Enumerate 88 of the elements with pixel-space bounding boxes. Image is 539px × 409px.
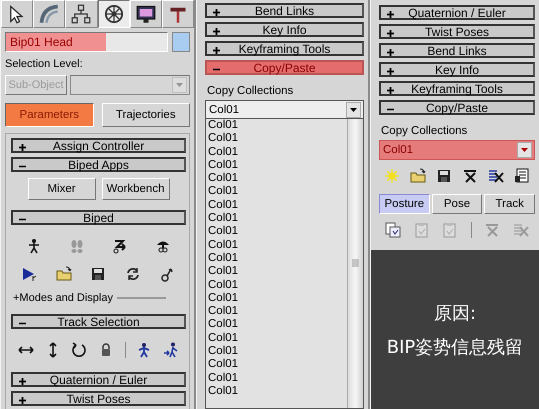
curved-arrow-icon[interactable] bbox=[112, 238, 128, 254]
rollout-header[interactable]: Copy/Paste bbox=[379, 100, 535, 115]
list-item[interactable]: Col01 bbox=[208, 238, 347, 252]
list-item[interactable]: Col01 bbox=[208, 119, 347, 132]
list-item[interactable]: Col01 bbox=[208, 372, 347, 385]
list-item[interactable]: Col01 bbox=[208, 225, 347, 239]
rollout-header[interactable]: Keyframing Tools bbox=[205, 41, 364, 56]
rollout-header[interactable]: Biped bbox=[11, 210, 186, 225]
delete-icon[interactable] bbox=[462, 168, 478, 184]
caret-icon bbox=[521, 148, 528, 152]
rollout-header[interactable]: Key Info bbox=[379, 62, 535, 77]
rollout-header[interactable]: Bend Links bbox=[379, 43, 535, 58]
rollout-link[interactable]: +Modes and Display bbox=[13, 292, 113, 304]
field-label: Copy Collections bbox=[380, 125, 468, 137]
rollout-header[interactable]: Keyframing Tools bbox=[379, 81, 535, 96]
mode-button[interactable]: Trajectories bbox=[102, 103, 190, 127]
folder-icon[interactable] bbox=[56, 266, 72, 282]
list-item[interactable]: Col01 bbox=[208, 292, 347, 306]
name-field[interactable]: Bip01 Head bbox=[5, 32, 168, 52]
list-item[interactable]: Col01 bbox=[208, 278, 347, 292]
caption-text: 原因: bbox=[434, 302, 476, 324]
list-item[interactable]: Col01 bbox=[208, 185, 347, 199]
caret-icon bbox=[176, 83, 183, 87]
rollout-header[interactable]: Biped Apps bbox=[11, 157, 186, 172]
plus-icon bbox=[386, 10, 395, 19]
list-item[interactable]: Col01 bbox=[208, 198, 347, 212]
app-button[interactable]: Mixer bbox=[28, 178, 96, 200]
caption-text: BIP姿势信息残留 bbox=[386, 336, 524, 358]
monitor-icon bbox=[136, 4, 156, 24]
curve-icon bbox=[39, 4, 60, 24]
panel-tab[interactable] bbox=[98, 0, 130, 28]
list-item[interactable]: Col01 bbox=[208, 332, 347, 346]
plus-icon bbox=[386, 67, 395, 76]
plus-icon bbox=[212, 8, 221, 17]
rollout-header[interactable]: Twist Poses bbox=[379, 24, 535, 39]
plus-icon bbox=[18, 396, 27, 405]
dropdown-button[interactable] bbox=[517, 142, 532, 158]
rollout-header[interactable]: Twist Poses bbox=[11, 391, 186, 406]
copy-icon[interactable] bbox=[385, 222, 402, 238]
walking-figure-icon[interactable] bbox=[162, 342, 179, 358]
list-item[interactable]: Col01 bbox=[208, 265, 347, 279]
figure-icon[interactable] bbox=[136, 342, 152, 358]
list-item[interactable]: Col01 bbox=[208, 172, 347, 186]
list-item[interactable]: Col01 bbox=[208, 132, 347, 146]
pin-icon[interactable] bbox=[158, 266, 175, 282]
list-item[interactable]: Col01 bbox=[208, 318, 347, 332]
rollout-header[interactable]: Assign Controller bbox=[11, 138, 186, 153]
rotate-icon[interactable] bbox=[71, 342, 88, 358]
play-icon[interactable] bbox=[22, 266, 38, 282]
dropdown-button[interactable] bbox=[346, 102, 361, 118]
field-label: Copy Collections bbox=[206, 85, 294, 97]
delete-list-icon[interactable] bbox=[488, 168, 504, 184]
hierarchy-icon bbox=[71, 4, 92, 24]
list-item[interactable]: Col01 bbox=[208, 345, 347, 358]
rollout-header[interactable]: Track Selection bbox=[11, 314, 186, 329]
field-label: Selection Level: bbox=[5, 58, 84, 72]
dropdown-field[interactable]: Col01 bbox=[205, 100, 364, 119]
plus-icon bbox=[18, 143, 27, 152]
plus-icon bbox=[212, 46, 221, 55]
list-item[interactable]: Col01 bbox=[208, 252, 347, 266]
list-item[interactable]: Col01 bbox=[208, 158, 347, 172]
color-swatch[interactable] bbox=[172, 32, 190, 52]
list-item[interactable]: Col01 bbox=[208, 146, 347, 159]
tab[interactable]: Pose bbox=[432, 194, 482, 214]
tab[interactable]: Track bbox=[484, 194, 536, 214]
refresh-icon[interactable] bbox=[124, 266, 141, 282]
folder-icon[interactable] bbox=[410, 168, 426, 184]
rollout-header[interactable]: Quaternion / Euler bbox=[11, 372, 186, 387]
list-item[interactable]: Col01 bbox=[208, 212, 347, 226]
rollout-header[interactable]: Quaternion / Euler bbox=[379, 5, 535, 20]
app-button[interactable]: Workbench bbox=[102, 178, 170, 200]
dropdown-field[interactable]: Col01 bbox=[379, 140, 535, 160]
document-icon[interactable] bbox=[514, 168, 530, 184]
wheel-icon bbox=[104, 4, 124, 24]
list-item[interactable]: Col01 bbox=[208, 305, 347, 318]
list-item[interactable]: Col01 bbox=[208, 384, 347, 398]
plus-icon bbox=[386, 86, 395, 95]
plus-icon bbox=[386, 29, 395, 38]
scrollbar[interactable] bbox=[347, 119, 363, 408]
rollout-header[interactable]: Key Info bbox=[205, 22, 364, 37]
plus-icon bbox=[212, 27, 221, 36]
plus-icon bbox=[18, 377, 27, 386]
caret-icon bbox=[350, 108, 357, 112]
tab[interactable]: Posture bbox=[379, 194, 430, 214]
plus-icon bbox=[386, 48, 395, 57]
list-item[interactable]: Col01 bbox=[208, 358, 347, 372]
grip-icon bbox=[352, 259, 359, 267]
rollout-header[interactable]: Bend Links bbox=[205, 3, 364, 18]
